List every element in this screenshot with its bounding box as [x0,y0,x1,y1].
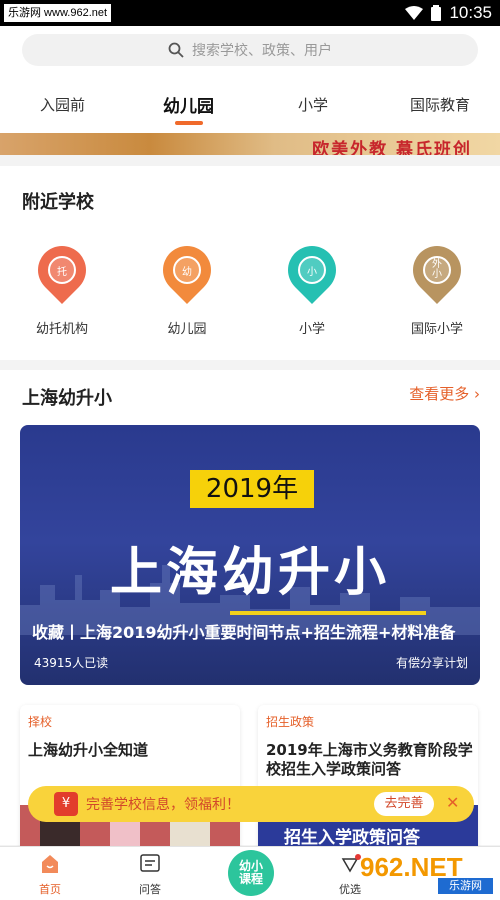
article-tag: 招生政策 [266,715,315,729]
category-international[interactable]: 外 小 国际小学 [387,236,487,337]
featured-article-card[interactable]: 2019年 上海幼升小 收藏丨上海2019幼升小重要时间节点+招生流程+材料准备… [20,425,480,685]
promo-banner[interactable]: 欧美外教 慕氏班创 [0,133,500,155]
tab-preschool[interactable]: 入园前 [40,86,85,122]
article-card[interactable]: 招生政策 2019年上海市义务教育阶段学校招生入学政策问答 招生入学政策问答 [258,705,478,855]
article-tag: 择校 [28,715,53,729]
school-icon: 小 [278,236,346,304]
year-badge: 2019年 [190,470,314,508]
section-title: 上海幼升小 [22,388,112,409]
tab-primary[interactable]: 小学 [298,86,328,122]
tab-kindergarten[interactable]: 幼儿园 [163,86,214,122]
qa-icon [140,854,160,872]
site-tag: 乐游网 www.962.net [4,4,112,22]
read-count: 43915人已读 [34,656,109,670]
search-bar[interactable]: 搜索学校、政策、用户 [22,34,478,66]
course-button[interactable]: 幼小 课程 [228,850,274,896]
headline-underline [230,611,426,615]
complete-button[interactable]: 去完善 [374,792,434,816]
international-icon: 外 小 [403,236,471,304]
category-label: 幼儿园 [167,322,207,337]
category-label: 幼托机构 [35,322,88,337]
category-tabs: 入园前 幼儿园 小学 国际教育 [0,86,500,126]
complete-info-toast: ¥ 完善学校信息，领福利！ 去完善 ✕ [28,786,474,822]
watermark-sub: 乐游网 [438,878,493,894]
kindergarten-icon: 幼 [153,236,221,304]
banner-text: 欧美外教 慕氏班创 [312,140,472,155]
featured-headline: 上海幼升小 [109,543,390,603]
clock: 10:35 [449,3,492,22]
tab-qa[interactable]: 问答 [120,853,180,897]
category-label: 国际小学 [410,322,463,337]
battery-icon [431,5,442,21]
category-kindergarten[interactable]: 幼 幼儿园 [137,236,237,337]
see-more-link[interactable]: 查看更多 › [409,383,480,404]
category-primary[interactable]: 小 小学 [262,236,362,337]
share-program-label: 有偿分享计划 [395,656,468,670]
active-tab-indicator [175,121,203,125]
tab-international[interactable]: 国际教育 [410,86,470,122]
nursery-icon: 托 [28,236,96,304]
category-label: 小学 [298,322,325,337]
wifi-icon [405,6,424,20]
article-card[interactable]: 择校 上海幼升小全知道 [20,705,240,855]
status-bar: 乐游网 www.962.net 10:35 [0,0,500,26]
search-icon [168,42,184,58]
status-icons: 10:35 [405,0,492,26]
article-title: 2019年上海市义务教育阶段学校招生入学政策问答 [266,741,473,778]
featured-caption: 收藏丨上海2019幼升小重要时间节点+招生流程+材料准备 [32,623,456,642]
red-envelope-icon: ¥ [54,792,78,816]
site-watermark: 962.NET 乐游网 [360,852,495,896]
toast-message: 完善学校信息，领福利！ [86,797,240,813]
home-icon [42,855,58,873]
nearby-title: 附近学校 [22,192,94,213]
tab-home[interactable]: 首页 [20,853,80,897]
article-title: 上海幼升小全知道 [28,741,149,759]
close-icon[interactable]: ✕ [446,793,459,812]
diamond-icon [341,854,361,873]
chevron-right-icon: › [474,385,480,403]
category-nursery[interactable]: 托 幼托机构 [12,236,112,337]
search-placeholder: 搜索学校、政策、用户 [192,43,332,59]
